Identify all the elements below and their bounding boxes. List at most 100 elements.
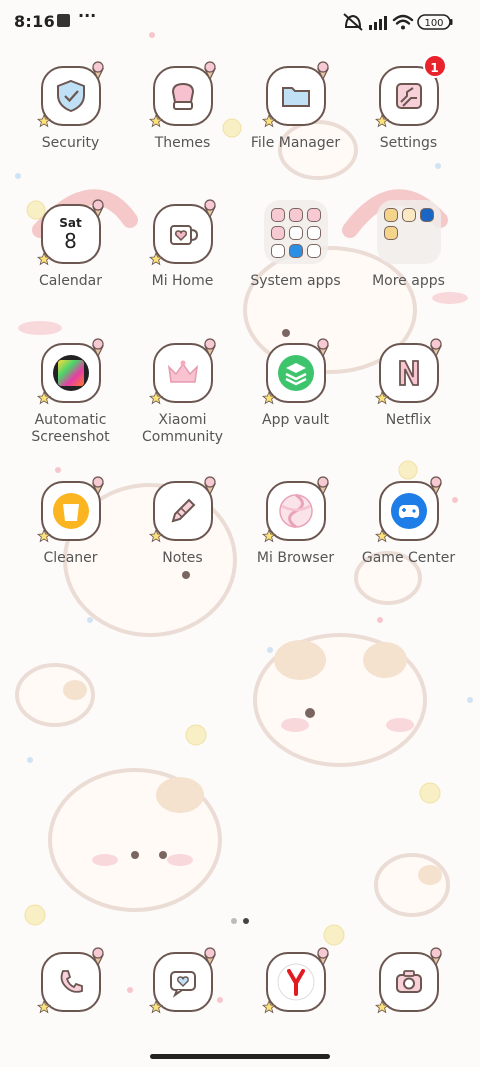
app-security[interactable]: Security bbox=[14, 61, 127, 152]
mini-app-icon bbox=[306, 244, 321, 258]
mini-app-icon bbox=[306, 226, 321, 240]
star-deco-icon bbox=[261, 114, 276, 128]
folder-grid-icon bbox=[263, 200, 328, 264]
star-deco-icon bbox=[374, 391, 389, 405]
status-bar: 8:16 ··· 100 bbox=[0, 0, 480, 44]
ice-cream-deco-icon bbox=[316, 338, 329, 357]
ice-cream-deco-icon bbox=[203, 338, 216, 357]
mini-app-icon bbox=[270, 244, 285, 258]
status-icons: 100 bbox=[343, 13, 453, 31]
star-deco-icon bbox=[36, 114, 51, 128]
yandex-browser-icon bbox=[261, 947, 329, 1014]
app-notes[interactable]: Notes bbox=[126, 476, 239, 567]
dock-phone[interactable] bbox=[14, 947, 127, 1014]
mini-app-icon bbox=[419, 208, 434, 222]
app-netflix[interactable]: Netflix bbox=[352, 338, 465, 429]
settings-icon: 1 bbox=[374, 54, 447, 128]
folder-grid-icon bbox=[376, 200, 441, 264]
star-deco-icon bbox=[374, 1000, 389, 1014]
ice-cream-deco-icon bbox=[203, 61, 216, 80]
mini-app-icon bbox=[270, 208, 285, 222]
page-dot[interactable] bbox=[231, 918, 237, 924]
camera-icon bbox=[374, 947, 442, 1014]
app-label: Themes bbox=[154, 135, 211, 151]
star-deco-icon bbox=[36, 529, 51, 543]
app-label: Cleaner bbox=[43, 550, 98, 566]
ice-cream-deco-icon bbox=[429, 476, 442, 495]
message-heart-icon bbox=[148, 947, 216, 1014]
app-app-vault[interactable]: App vault bbox=[239, 338, 352, 429]
dock-messages[interactable] bbox=[126, 947, 239, 1014]
mini-app-icon bbox=[306, 208, 321, 222]
mute-icon bbox=[343, 13, 363, 31]
star-deco-icon bbox=[36, 1000, 51, 1014]
phone-icon bbox=[36, 947, 104, 1014]
notification-badge: 1 bbox=[422, 54, 447, 78]
app-themes[interactable]: Themes bbox=[126, 61, 239, 152]
page-indicator[interactable] bbox=[228, 909, 254, 924]
wifi-icon bbox=[392, 14, 414, 30]
star-deco-icon bbox=[148, 252, 163, 266]
app-automatic-screenshot[interactable]: Automatic Screenshot bbox=[14, 338, 127, 446]
app-game-center[interactable]: Game Center bbox=[352, 476, 465, 567]
folder-label: More apps bbox=[372, 273, 445, 289]
mini-app-icon bbox=[270, 226, 285, 240]
app-label: Automatic Screenshot bbox=[31, 412, 110, 445]
status-time: 8:16 bbox=[14, 12, 55, 31]
calendar-date: 8 bbox=[64, 228, 77, 253]
signal-icon bbox=[369, 16, 387, 30]
app-label: Notes bbox=[162, 550, 203, 566]
mini-app-icon bbox=[288, 208, 303, 222]
gamepad-icon bbox=[374, 476, 442, 543]
mini-app-icon bbox=[401, 208, 416, 222]
app-settings[interactable]: 1 Settings bbox=[352, 54, 465, 152]
folder-more-apps[interactable]: More apps bbox=[352, 200, 465, 290]
app-xiaomi-community[interactable]: Xiaomi Community bbox=[126, 338, 239, 446]
ice-cream-deco-icon bbox=[429, 338, 442, 357]
ice-cream-deco-icon bbox=[91, 338, 104, 357]
star-deco-icon bbox=[261, 1000, 276, 1014]
star-deco-icon bbox=[261, 529, 276, 543]
mini-app-icon bbox=[383, 208, 398, 222]
star-deco-icon bbox=[148, 529, 163, 543]
dock-yandex-browser[interactable] bbox=[239, 947, 352, 1014]
ice-cream-deco-icon bbox=[91, 61, 104, 80]
paint-bucket-icon bbox=[148, 61, 216, 128]
star-deco-icon bbox=[148, 114, 163, 128]
netflix-n-icon bbox=[374, 338, 442, 405]
shield-icon bbox=[36, 61, 104, 128]
battery-icon: 100 bbox=[417, 14, 453, 30]
more-notifications-icon: ··· bbox=[78, 6, 97, 25]
app-label: Mi Home bbox=[151, 273, 214, 289]
crown-icon bbox=[148, 338, 216, 405]
app-label: Mi Browser bbox=[256, 550, 335, 566]
ice-cream-deco-icon bbox=[316, 947, 329, 966]
screenshot-color-icon bbox=[36, 338, 104, 405]
calendar-icon: Sat 8 bbox=[36, 199, 104, 266]
app-calendar[interactable]: Sat 8 Calendar bbox=[14, 199, 127, 290]
folder-system-apps[interactable]: System apps bbox=[239, 200, 352, 290]
gesture-navigation-bar[interactable] bbox=[150, 1054, 330, 1059]
page-dot-active[interactable] bbox=[243, 918, 249, 924]
dock-camera[interactable] bbox=[352, 947, 465, 1014]
folder-label: System apps bbox=[250, 273, 341, 289]
app-file-manager[interactable]: File Manager bbox=[239, 61, 352, 152]
folder-icon bbox=[261, 61, 329, 128]
trash-icon bbox=[36, 476, 104, 543]
app-mi-home[interactable]: Mi Home bbox=[126, 199, 239, 290]
star-deco-icon bbox=[148, 391, 163, 405]
app-cleaner[interactable]: Cleaner bbox=[14, 476, 127, 567]
pencil-icon bbox=[148, 476, 216, 543]
stack-layers-icon bbox=[261, 338, 329, 405]
mini-app-icon bbox=[383, 226, 398, 240]
app-label: Calendar bbox=[39, 273, 102, 289]
star-deco-icon bbox=[374, 114, 389, 128]
app-label: File Manager bbox=[250, 135, 341, 151]
star-deco-icon bbox=[374, 529, 389, 543]
ice-cream-deco-icon bbox=[91, 947, 104, 966]
app-mi-browser[interactable]: Mi Browser bbox=[239, 476, 352, 567]
app-label: App vault bbox=[262, 412, 329, 428]
mini-app-icon bbox=[288, 244, 303, 258]
star-deco-icon bbox=[36, 252, 51, 266]
battery-level: 100 bbox=[424, 18, 443, 29]
